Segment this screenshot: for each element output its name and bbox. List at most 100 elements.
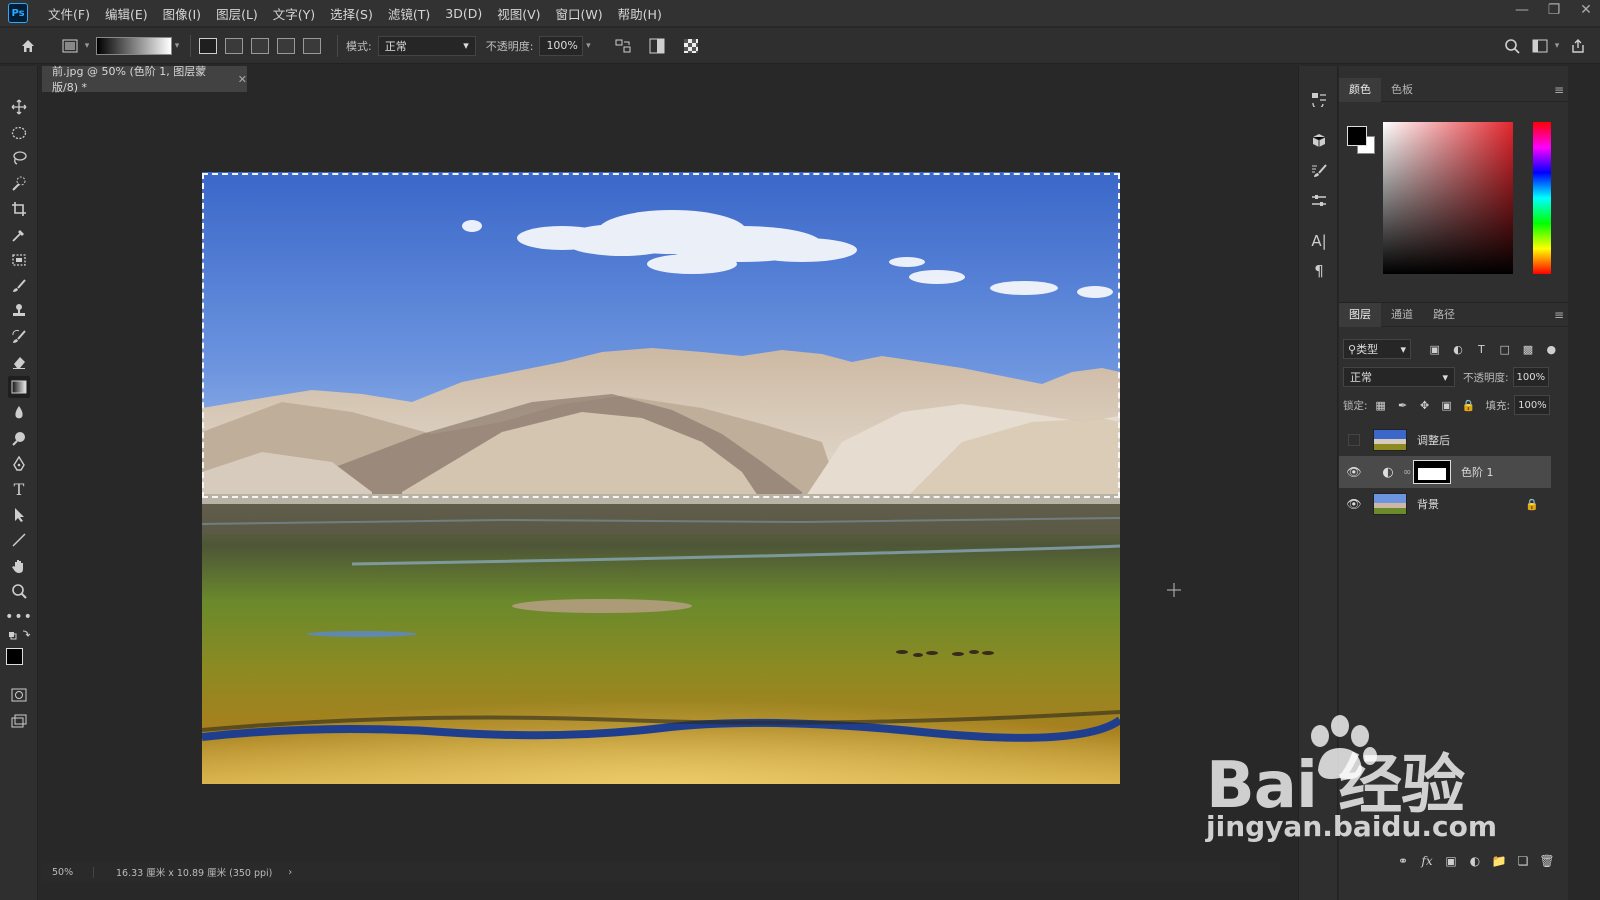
blend-mode-select[interactable]: 正常 ▾ <box>1343 367 1455 387</box>
visibility-toggle[interactable] <box>1348 434 1360 446</box>
panel-menu-icon[interactable]: ≡ <box>1554 308 1564 322</box>
zoom-tool-icon[interactable] <box>8 580 30 602</box>
document-tab[interactable]: 前.jpg @ 50% (色阶 1, 图层蒙版/8) * ✕ <box>42 65 247 94</box>
adjustment-filter-icon[interactable]: ◐ <box>1448 343 1467 356</box>
tab-swatches[interactable]: 色板 <box>1381 78 1423 102</box>
fill-field[interactable]: 100% <box>1514 395 1551 415</box>
eye-icon[interactable]: 👁 <box>1339 465 1369 479</box>
new-group-icon[interactable]: 📁 <box>1487 854 1511 868</box>
stamp-tool-icon[interactable] <box>8 300 30 322</box>
eraser-tool-icon[interactable] <box>8 351 30 373</box>
hand-tool-icon[interactable] <box>8 555 30 577</box>
trash-icon[interactable]: 🗑 <box>1535 854 1559 868</box>
panel-menu-icon[interactable]: ≡ <box>1554 83 1564 97</box>
layer-row-adjusted[interactable]: 调整后 <box>1339 424 1551 456</box>
mode-select[interactable]: 正常 ▾ <box>377 35 476 56</box>
restore-icon[interactable]: ❐ <box>1540 0 1568 20</box>
crop-tool-icon[interactable] <box>8 198 30 220</box>
filter-toggle-icon[interactable]: ● <box>1542 343 1561 356</box>
pen-tool-icon[interactable] <box>8 453 30 475</box>
layer-mask-thumbnail[interactable] <box>1413 460 1451 484</box>
lasso-tool-icon[interactable] <box>8 147 30 169</box>
menu-3d[interactable]: 3D(D) <box>445 6 482 21</box>
opacity-field[interactable]: 100% <box>539 35 584 56</box>
document-image[interactable] <box>202 172 1120 784</box>
3d-panel-icon[interactable] <box>1308 130 1330 152</box>
tool-preset-icon[interactable] <box>58 34 82 58</box>
color-swatches[interactable] <box>1347 126 1377 156</box>
chevron-right-icon[interactable]: › <box>288 867 292 878</box>
menu-select[interactable]: 选择(S) <box>330 4 373 23</box>
layer-row-levels[interactable]: 👁 ◐ ∞ 色阶 1 <box>1339 456 1551 488</box>
brush-settings-icon[interactable] <box>1308 160 1330 182</box>
hue-slider[interactable] <box>1533 122 1551 274</box>
new-adjustment-icon[interactable]: ◐ <box>1463 854 1487 868</box>
menu-file[interactable]: 文件(F) <box>48 4 90 23</box>
search-icon[interactable] <box>1500 34 1524 58</box>
character-panel-icon[interactable]: A| <box>1308 230 1330 252</box>
workspace-icon[interactable] <box>1528 34 1552 58</box>
quick-mask-icon[interactable] <box>8 684 30 706</box>
foreground-color[interactable] <box>6 648 23 665</box>
tab-color[interactable]: 颜色 <box>1339 77 1381 102</box>
menu-edit[interactable]: 编辑(E) <box>105 4 148 23</box>
lock-position-icon[interactable]: ✥ <box>1416 399 1434 412</box>
layer-row-background[interactable]: 👁 背景 🔒 <box>1339 488 1551 520</box>
swap-colors-icon[interactable] <box>8 628 30 642</box>
history-panel-icon[interactable] <box>1308 88 1330 110</box>
lock-all-icon[interactable]: 🔒 <box>1460 399 1478 412</box>
gradient-picker[interactable] <box>96 36 172 55</box>
dither-icon[interactable] <box>645 34 669 58</box>
chevron-down-icon[interactable]: ▾ <box>82 41 92 51</box>
close-icon[interactable]: ✕ <box>1572 0 1600 20</box>
dodge-tool-icon[interactable] <box>8 427 30 449</box>
transparency-icon[interactable] <box>679 34 703 58</box>
zoom-level[interactable]: 50% <box>42 866 94 878</box>
fx-icon[interactable]: fx <box>1415 854 1439 868</box>
menu-layer[interactable]: 图层(L) <box>216 4 258 23</box>
shape-filter-icon[interactable]: □ <box>1495 343 1514 356</box>
linear-gradient-button[interactable] <box>199 37 217 54</box>
lock-image-icon[interactable]: ✒ <box>1394 399 1412 412</box>
menu-help[interactable]: 帮助(H) <box>618 4 662 23</box>
lock-transparent-icon[interactable]: ▦ <box>1372 399 1390 412</box>
path-selection-tool-icon[interactable] <box>8 504 30 526</box>
link-icon[interactable]: ∞ <box>1401 467 1413 478</box>
blur-tool-icon[interactable] <box>8 402 30 424</box>
adjustments-icon[interactable] <box>1308 190 1330 212</box>
color-picker-field[interactable] <box>1383 122 1513 274</box>
home-icon[interactable] <box>16 34 40 58</box>
close-icon[interactable]: ✕ <box>238 73 247 86</box>
reflected-gradient-button[interactable] <box>277 37 295 54</box>
tab-paths[interactable]: 路径 <box>1423 303 1465 327</box>
tab-channels[interactable]: 通道 <box>1381 303 1423 327</box>
lock-artboard-icon[interactable]: ▣ <box>1438 399 1456 412</box>
tab-layers[interactable]: 图层 <box>1339 302 1381 327</box>
reverse-icon[interactable] <box>611 34 635 58</box>
gradient-tool-icon[interactable] <box>8 376 30 398</box>
quick-selection-tool-icon[interactable] <box>8 173 30 195</box>
frame-tool-icon[interactable] <box>8 249 30 271</box>
chevron-down-icon[interactable]: ▾ <box>583 41 593 51</box>
diamond-gradient-button[interactable] <box>303 37 321 54</box>
chevron-down-icon[interactable]: ▾ <box>172 41 182 51</box>
history-brush-icon[interactable] <box>8 326 30 348</box>
screen-mode-icon[interactable] <box>8 710 30 732</box>
new-layer-icon[interactable]: ❏ <box>1511 854 1535 868</box>
menu-filter[interactable]: 滤镜(T) <box>388 4 430 23</box>
move-tool-icon[interactable] <box>8 96 30 118</box>
foreground-color[interactable] <box>1347 126 1367 146</box>
line-tool-icon[interactable] <box>8 529 30 551</box>
share-icon[interactable] <box>1566 34 1590 58</box>
menu-image[interactable]: 图像(I) <box>163 4 201 23</box>
minimize-icon[interactable]: — <box>1508 0 1536 20</box>
color-swatches[interactable] <box>6 648 32 674</box>
type-tool-icon[interactable]: T <box>8 478 30 500</box>
pixel-filter-icon[interactable]: ▣ <box>1425 343 1444 356</box>
more-tools-icon[interactable]: ••• <box>5 606 32 628</box>
smart-object-filter-icon[interactable]: ▩ <box>1518 343 1537 356</box>
marquee-tool-icon[interactable] <box>8 122 30 144</box>
angle-gradient-button[interactable] <box>251 37 269 54</box>
brush-tool-icon[interactable] <box>8 275 30 297</box>
type-filter-icon[interactable]: T <box>1472 343 1491 356</box>
